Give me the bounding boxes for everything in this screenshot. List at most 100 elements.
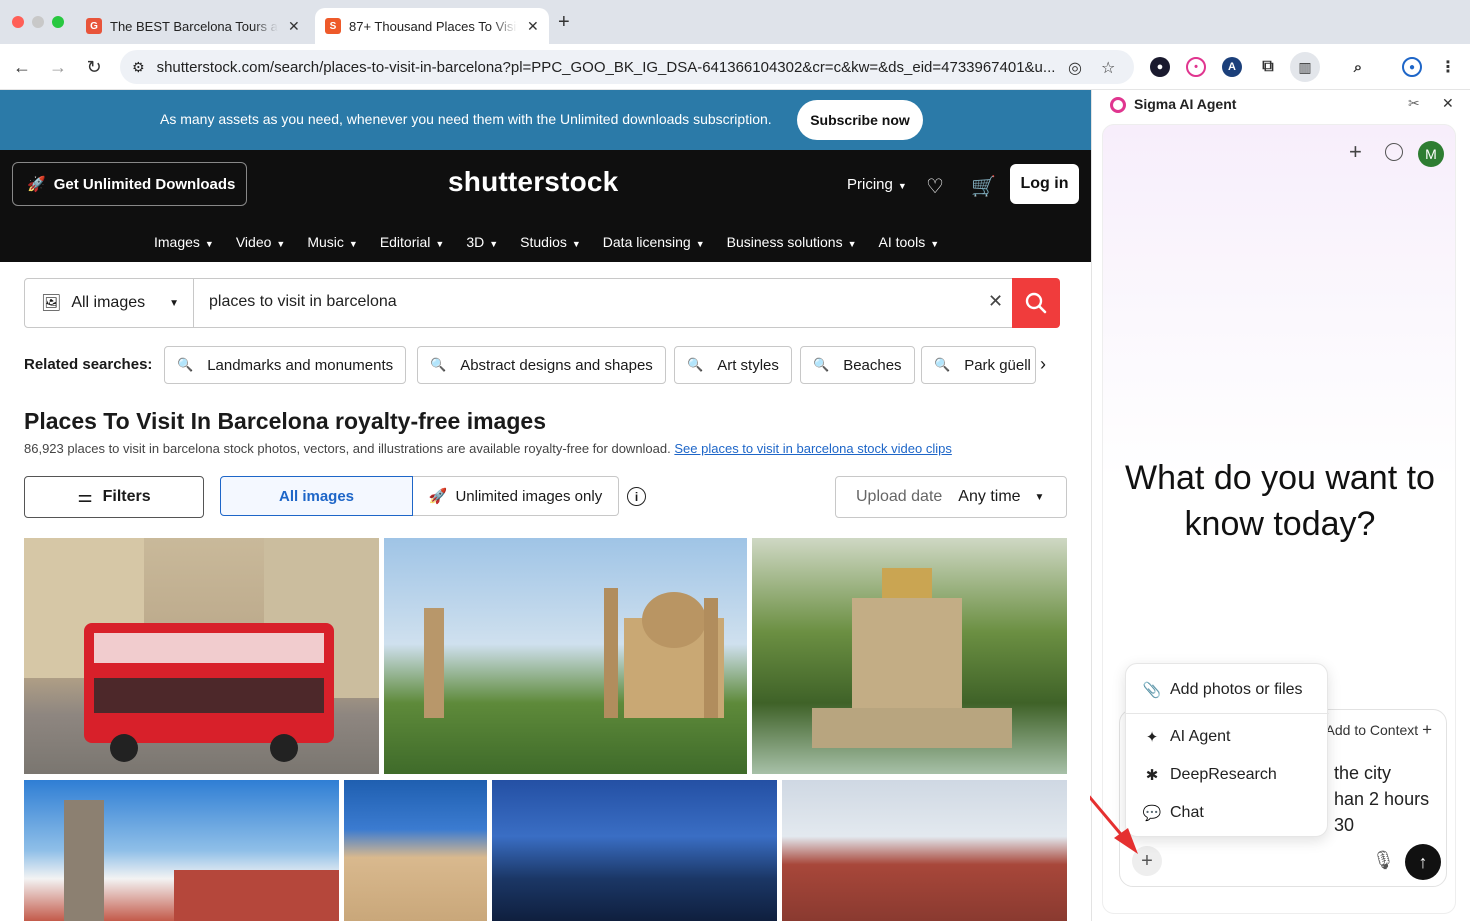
promo-text: As many assets as you need, whenever you… xyxy=(160,111,772,127)
chip-park-guell[interactable]: 🔍 Park güell xyxy=(921,346,1036,384)
cursor-click-icon: ✦ xyxy=(1145,729,1159,746)
nav-editorial[interactable]: Editorial ▼ xyxy=(380,234,445,250)
search-icon: 🔍 xyxy=(177,357,194,372)
address-bar[interactable]: ⚙ shutterstock.com/search/places-to-visi… xyxy=(120,50,1134,84)
maximize-window-button[interactable] xyxy=(52,16,64,28)
photo-building-facade[interactable] xyxy=(344,780,487,921)
forward-icon[interactable]: → xyxy=(45,54,71,80)
add-photos-or-files-item[interactable]: 📎 Add photos or files xyxy=(1142,678,1303,702)
new-chat-icon[interactable]: + xyxy=(1349,139,1362,165)
upload-date-select[interactable]: Upload date Any time ▼ xyxy=(835,476,1067,518)
menu-kebab-icon[interactable]: ⋮ xyxy=(1438,57,1458,77)
get-unlimited-downloads-button[interactable]: 🚀 Get Unlimited Downloads xyxy=(12,162,247,206)
bookmark-star-icon[interactable]: ☆ xyxy=(1101,58,1115,78)
extensions-puzzle-icon[interactable]: ⧉ xyxy=(1258,57,1278,77)
chip-label: Beaches xyxy=(843,356,902,374)
unlimited-label: Get Unlimited Downloads xyxy=(53,175,236,193)
site-settings-icon[interactable]: ⚙ xyxy=(132,59,145,76)
close-panel-icon[interactable]: ✕ xyxy=(1442,95,1454,112)
new-tab-icon[interactable]: + xyxy=(558,11,570,34)
clear-search-icon[interactable]: ✕ xyxy=(988,291,1003,312)
menu-item-label: DeepResearch xyxy=(1170,766,1277,783)
nav-video[interactable]: Video ▼ xyxy=(236,234,285,250)
atom-icon: ✱ xyxy=(1145,767,1159,784)
log-in-button[interactable]: Log in xyxy=(1010,164,1079,204)
search-icon: 🔍 xyxy=(687,357,704,372)
photo-cascada-fountain[interactable] xyxy=(752,538,1067,774)
tab-shutterstock[interactable]: S 87+ Thousand Places To Visit ✕ xyxy=(315,8,549,44)
all-images-toggle[interactable]: All images xyxy=(220,476,413,516)
photo-national-palace[interactable] xyxy=(384,538,747,774)
side-panel-icon[interactable]: ▥ xyxy=(1290,52,1320,82)
photo-plaza-espanya[interactable] xyxy=(24,780,339,921)
nav-ai-tools[interactable]: AI tools ▼ xyxy=(879,234,940,250)
fountain-illustration xyxy=(812,568,1012,748)
photo-barcelona-bus[interactable] xyxy=(24,538,379,774)
extension-dark-icon[interactable]: ● xyxy=(1150,57,1170,77)
chip-label: Art styles xyxy=(717,356,779,374)
sliders-icon: ⚌ xyxy=(77,487,93,506)
search-icon xyxy=(1025,292,1047,314)
eye-off-icon[interactable]: ◎ xyxy=(1068,58,1082,78)
prompt-input[interactable]: the city han 2 hours 30 xyxy=(1334,760,1429,838)
close-window-button[interactable] xyxy=(12,16,24,28)
site-header: 🚀 Get Unlimited Downloads shutterstock P… xyxy=(0,150,1091,262)
nav-music[interactable]: Music ▼ xyxy=(307,234,357,250)
search-button[interactable] xyxy=(1012,278,1060,328)
rocket-icon: 🚀 xyxy=(428,488,448,505)
tab-barcelona-tours[interactable]: G The BEST Barcelona Tours and ✕ xyxy=(76,8,312,44)
extension-a-icon[interactable]: A xyxy=(1222,57,1242,77)
search-input[interactable]: places to visit in barcelona xyxy=(209,293,397,311)
prompt-line: the city xyxy=(1334,763,1392,783)
cart-icon[interactable]: 🛒 xyxy=(971,174,996,199)
add-to-context-button[interactable]: Add to Context + xyxy=(1326,720,1432,740)
pricing-menu[interactable]: Pricing ▼ xyxy=(847,176,907,193)
chip-beaches[interactable]: 🔍 Beaches xyxy=(800,346,915,384)
nav-studios[interactable]: Studios ▼ xyxy=(520,234,581,250)
unpin-icon[interactable]: ✂ xyxy=(1408,95,1420,112)
chip-landmarks[interactable]: 🔍 Landmarks and monuments xyxy=(164,346,407,384)
heart-icon[interactable]: ♡ xyxy=(926,174,944,199)
search-type-select[interactable]: 🖼 All images ▼ xyxy=(25,279,194,327)
back-icon[interactable]: ← xyxy=(9,54,35,80)
attach-plus-button[interactable]: + xyxy=(1132,846,1162,876)
stock-video-link[interactable]: See places to visit in barcelona stock v… xyxy=(674,441,951,456)
nav-business-solutions[interactable]: Business solutions ▼ xyxy=(727,234,857,250)
chip-art-styles[interactable]: 🔍 Art styles xyxy=(674,346,792,384)
photo-sant-pau[interactable] xyxy=(782,780,1067,921)
chat-item[interactable]: 💬 Chat xyxy=(1142,801,1204,825)
palace-illustration xyxy=(424,588,724,718)
results-subtitle: 86,923 places to visit in barcelona stoc… xyxy=(24,441,952,456)
filters-label: Filters xyxy=(102,488,151,505)
extension-sigma-icon[interactable]: • xyxy=(1186,57,1206,77)
photo-night-city[interactable] xyxy=(492,780,777,921)
close-tab-icon[interactable]: ✕ xyxy=(527,18,539,35)
filters-button[interactable]: ⚌ Filters xyxy=(24,476,204,518)
greeting-line-2: know today? xyxy=(1184,505,1376,543)
history-icon[interactable] xyxy=(1385,143,1403,161)
profile-icon[interactable]: ● xyxy=(1402,57,1422,77)
shutterstock-logo[interactable]: shutterstock xyxy=(448,166,618,198)
chevron-down-icon: ▼ xyxy=(897,181,907,191)
chip-abstract-designs[interactable]: 🔍 Abstract designs and shapes xyxy=(417,346,666,384)
microphone-icon[interactable]: 🎙 xyxy=(1372,850,1395,871)
dropdown-caret-icon: ▼ xyxy=(169,297,179,309)
unlimited-images-only-toggle[interactable]: 🚀 Unlimited images only xyxy=(413,476,619,516)
deep-research-item[interactable]: ✱ DeepResearch xyxy=(1142,763,1277,787)
subscribe-now-button[interactable]: Subscribe now xyxy=(797,100,923,140)
chip-label: Landmarks and monuments xyxy=(207,356,394,374)
ai-agent-item[interactable]: ✦ AI Agent xyxy=(1142,725,1231,749)
avatar[interactable]: M xyxy=(1418,141,1444,167)
chevron-right-icon[interactable]: › xyxy=(1040,354,1046,375)
info-icon[interactable]: i xyxy=(627,487,646,506)
nav-data-licensing[interactable]: Data licensing ▼ xyxy=(603,234,705,250)
shutterstock-page: As many assets as you need, whenever you… xyxy=(0,90,1091,921)
nav-3d[interactable]: 3D ▼ xyxy=(466,234,498,250)
send-button[interactable]: ↑ xyxy=(1405,844,1441,880)
reload-icon[interactable]: ↻ xyxy=(81,54,107,80)
nav-images[interactable]: Images ▼ xyxy=(154,234,214,250)
screen-search-icon[interactable]: ⌕ xyxy=(1348,57,1368,77)
greeting-heading: What do you want to know today? xyxy=(1103,455,1457,547)
minimize-window-button[interactable] xyxy=(32,16,44,28)
close-tab-icon[interactable]: ✕ xyxy=(288,18,300,35)
